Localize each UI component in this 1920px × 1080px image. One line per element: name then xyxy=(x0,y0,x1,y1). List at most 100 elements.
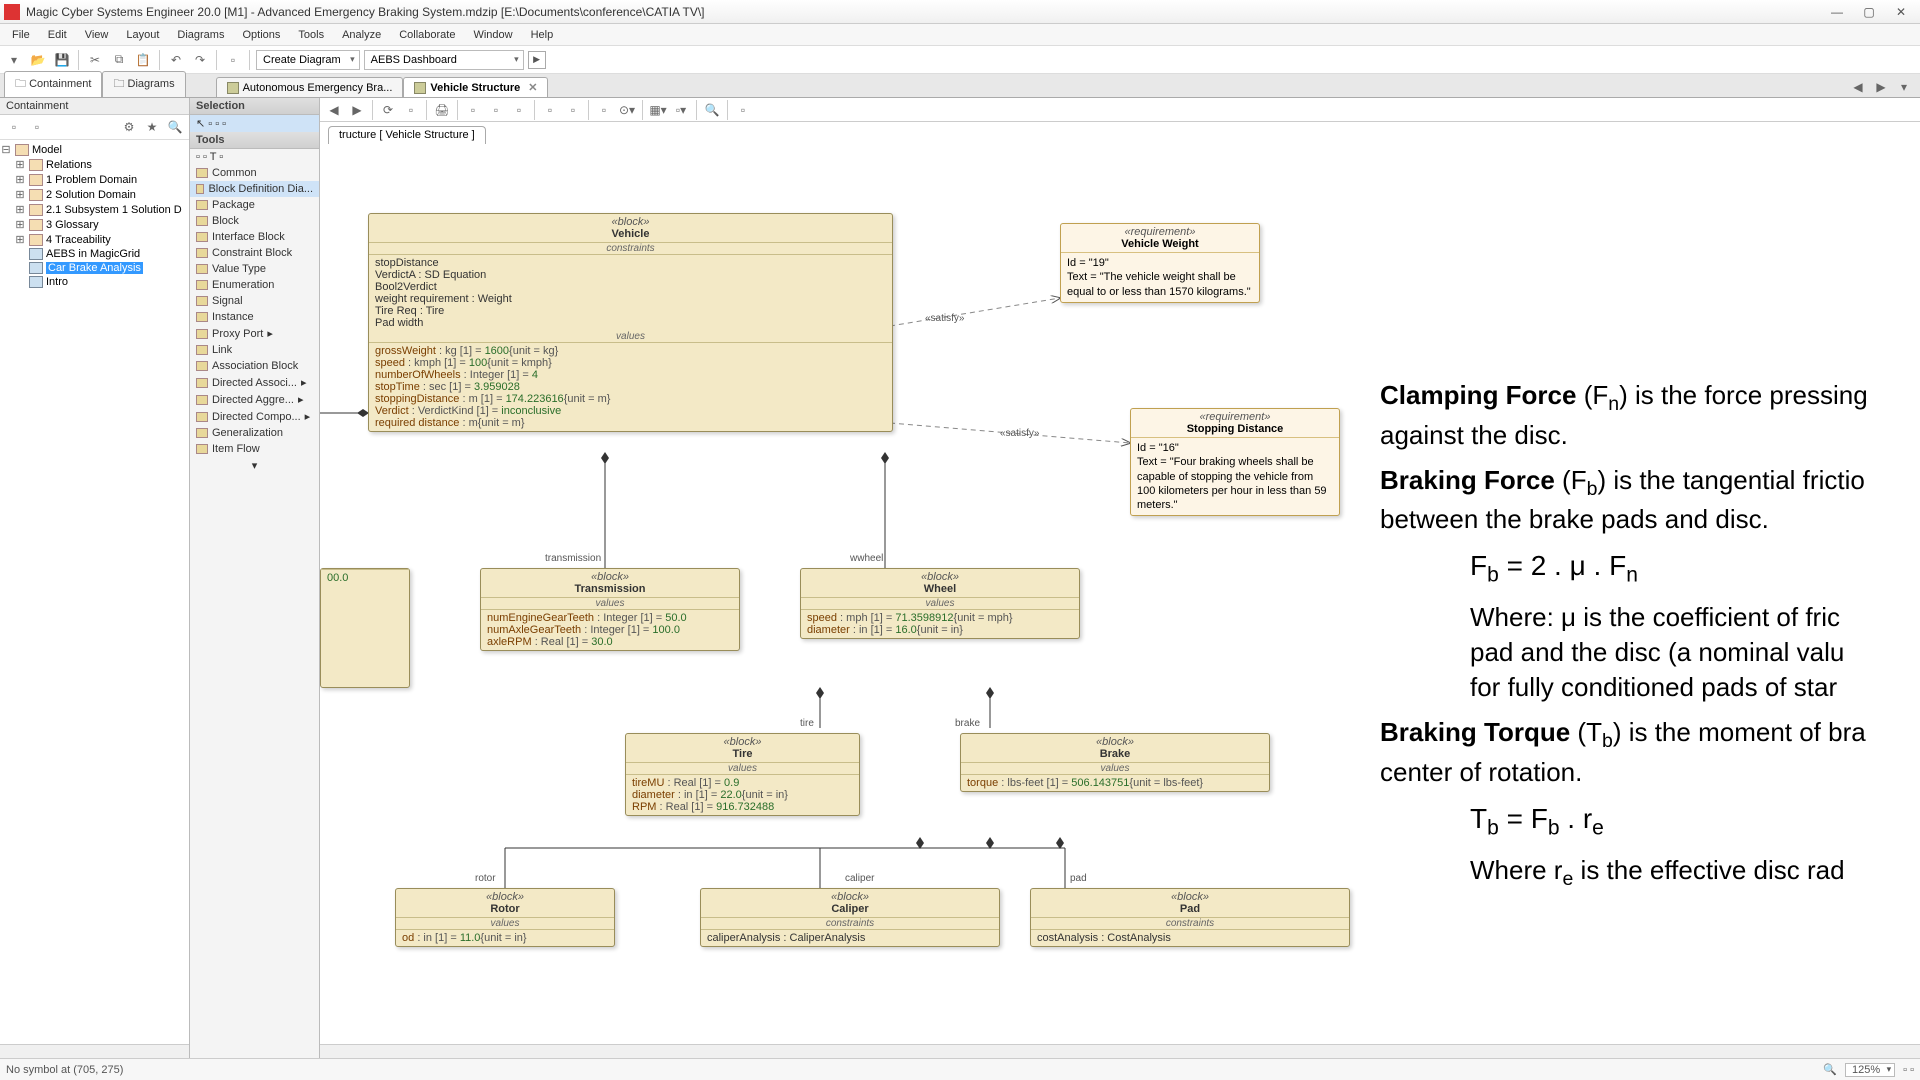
menu-tools[interactable]: Tools xyxy=(290,27,332,43)
diagram-canvas[interactable]: 00.0 «block»Vehicle constraints stopDist… xyxy=(320,148,1920,1044)
nav-right-icon[interactable]: ▶ xyxy=(347,100,367,120)
palette-interface[interactable]: Interface Block xyxy=(190,229,319,245)
block-partial[interactable]: 00.0 xyxy=(320,568,410,688)
tree-model[interactable]: Model xyxy=(32,144,62,156)
tree-traceability[interactable]: 4 Traceability xyxy=(46,234,111,246)
find-icon[interactable]: 🔍 xyxy=(702,100,722,120)
open-icon[interactable]: 📂 xyxy=(28,50,48,70)
nav-fwd-icon[interactable]: ▶ xyxy=(1871,77,1891,97)
palette-dirassoc[interactable]: Directed Associ... ▸ xyxy=(190,374,319,391)
toolopt2-icon[interactable]: ▫ xyxy=(486,100,506,120)
close-button[interactable]: ✕ xyxy=(1886,3,1916,21)
toolopt3-icon[interactable]: ▫ xyxy=(509,100,529,120)
cut-icon[interactable]: ✂ xyxy=(85,50,105,70)
block-pad[interactable]: «block»Pad constraints costAnalysis : Co… xyxy=(1030,888,1350,947)
block-wheel[interactable]: «block»Wheel values speed : mph [1] = 71… xyxy=(800,568,1080,639)
palette-enum[interactable]: Enumeration xyxy=(190,277,319,293)
tree-relations[interactable]: Relations xyxy=(46,159,92,171)
block-rotor[interactable]: «block»Rotor values od : in [1] = 11.0{u… xyxy=(395,888,615,947)
tree-intro[interactable]: Intro xyxy=(46,276,68,288)
snap-icon[interactable]: ▫▾ xyxy=(671,100,691,120)
menu-options[interactable]: Options xyxy=(234,27,288,43)
tree-solution[interactable]: 2 Solution Domain xyxy=(46,189,136,201)
diagram-breadcrumb[interactable]: tructure [ Vehicle Structure ] xyxy=(328,126,486,144)
block-tire[interactable]: «block»Tire values tireMU : Real [1] = 0… xyxy=(625,733,860,816)
menu-view[interactable]: View xyxy=(77,27,117,43)
model-tree[interactable]: ⊟Model ⊞Relations ⊞1 Problem Domain ⊞2 S… xyxy=(0,140,189,1044)
extra-icon[interactable]: ▫ xyxy=(733,100,753,120)
tree-car-brake[interactable]: Car Brake Analysis xyxy=(46,262,143,274)
run-button[interactable]: ▶ xyxy=(528,51,546,69)
palette-constraint[interactable]: Constraint Block xyxy=(190,245,319,261)
palette-bdd[interactable]: Block Definition Dia... xyxy=(190,181,319,197)
select-icon[interactable]: ▫ xyxy=(401,100,421,120)
req-stopping-distance[interactable]: «requirement»Stopping Distance Id = "16"… xyxy=(1130,408,1340,516)
block-caliper[interactable]: «block»Caliper constraints caliperAnalys… xyxy=(700,888,1000,947)
tree-glossary[interactable]: 3 Glossary xyxy=(46,219,99,231)
menu-diagrams[interactable]: Diagrams xyxy=(169,27,232,43)
palette-link[interactable]: Link xyxy=(190,342,319,358)
minimize-button[interactable]: — xyxy=(1822,3,1852,21)
block-vehicle[interactable]: «block»Vehicle constraints stopDistance … xyxy=(368,213,893,432)
canvas-hscroll[interactable] xyxy=(320,1044,1920,1058)
layout2-icon[interactable]: ▫ xyxy=(563,100,583,120)
search-icon[interactable]: 🔍 xyxy=(165,117,185,137)
palette-valuetype[interactable]: Value Type xyxy=(190,261,319,277)
tree-hscroll[interactable] xyxy=(0,1044,189,1058)
create-diagram-dropdown[interactable]: Create Diagram xyxy=(256,50,360,70)
dashboard-dropdown[interactable]: AEBS Dashboard xyxy=(364,50,524,70)
collapse-icon[interactable]: ▫ xyxy=(4,117,24,137)
tab-diagrams[interactable]: 🗀 Diagrams xyxy=(102,71,185,97)
refresh-icon[interactable]: ⟳ xyxy=(378,100,398,120)
redo-icon[interactable]: ↷ xyxy=(190,50,210,70)
palette-generalization[interactable]: Generalization xyxy=(190,425,319,441)
toolopt-icon[interactable]: ▫ xyxy=(463,100,483,120)
req-vehicle-weight[interactable]: «requirement»Vehicle Weight Id = "19"Tex… xyxy=(1060,223,1260,303)
save-icon[interactable]: 💾 xyxy=(52,50,72,70)
menu-analyze[interactable]: Analyze xyxy=(334,27,389,43)
palette-dircompo[interactable]: Directed Compo... ▸ xyxy=(190,408,319,425)
more-icon[interactable]: ▫ xyxy=(594,100,614,120)
nav-left-icon[interactable]: ◀ xyxy=(324,100,344,120)
block-brake[interactable]: «block»Brake values torque : lbs-feet [1… xyxy=(960,733,1270,792)
block-transmission[interactable]: «block»Transmission values numEngineGear… xyxy=(480,568,740,651)
close-tab-icon[interactable]: ✕ xyxy=(528,81,537,94)
palette-block[interactable]: Block xyxy=(190,213,319,229)
nav-menu-icon[interactable]: ▾ xyxy=(1894,77,1914,97)
doctab-vehicle-structure[interactable]: Vehicle Structure✕ xyxy=(403,77,548,97)
more2-icon[interactable]: ⊙▾ xyxy=(617,100,637,120)
palette-more[interactable]: ▾ xyxy=(190,457,319,474)
palette-common[interactable]: Common xyxy=(190,165,319,181)
paste-icon[interactable]: 📋 xyxy=(133,50,153,70)
palette-instance[interactable]: Instance xyxy=(190,309,319,325)
maximize-button[interactable]: ▢ xyxy=(1854,3,1884,21)
menu-collaborate[interactable]: Collaborate xyxy=(391,27,463,43)
tree-problem[interactable]: 1 Problem Domain xyxy=(46,174,137,186)
tree-subsystem[interactable]: 2.1 Subsystem 1 Solution D xyxy=(46,204,182,216)
palette-itemflow[interactable]: Item Flow xyxy=(190,441,319,457)
palette-diraggre[interactable]: Directed Aggre... ▸ xyxy=(190,391,319,408)
palette-package[interactable]: Package xyxy=(190,197,319,213)
favorite-icon[interactable]: ★ xyxy=(142,117,162,137)
palette-signal[interactable]: Signal xyxy=(190,293,319,309)
undo-icon[interactable]: ↶ xyxy=(166,50,186,70)
print-icon[interactable]: 🖨 xyxy=(432,100,452,120)
menu-window[interactable]: Window xyxy=(465,27,520,43)
doctab-aeb[interactable]: Autonomous Emergency Bra... xyxy=(216,77,404,97)
filter-icon[interactable]: ⚙ xyxy=(119,117,139,137)
grid-icon[interactable]: ▦▾ xyxy=(648,100,668,120)
menu-file[interactable]: File xyxy=(4,27,38,43)
tab-containment[interactable]: 🗀 Containment xyxy=(4,71,102,97)
palette-assocblock[interactable]: Association Block xyxy=(190,358,319,374)
tree-aebs[interactable]: AEBS in MagicGrid xyxy=(46,248,140,260)
menu-layout[interactable]: Layout xyxy=(118,27,167,43)
zoom-dropdown[interactable]: 125% xyxy=(1845,1063,1895,1077)
palette-proxyport[interactable]: Proxy Port ▸ xyxy=(190,325,319,342)
copy-icon[interactable]: ⧉ xyxy=(109,50,129,70)
new-icon[interactable]: ▾ xyxy=(4,50,24,70)
expand-icon[interactable]: ▫ xyxy=(27,117,47,137)
menu-help[interactable]: Help xyxy=(523,27,562,43)
palette-pointer[interactable]: ↖ ▫ ▫ ▫ xyxy=(190,115,319,132)
nav-back-icon[interactable]: ◀ xyxy=(1848,77,1868,97)
palette-tool-icons[interactable]: ▫ ▫ T ▫ xyxy=(190,149,319,165)
